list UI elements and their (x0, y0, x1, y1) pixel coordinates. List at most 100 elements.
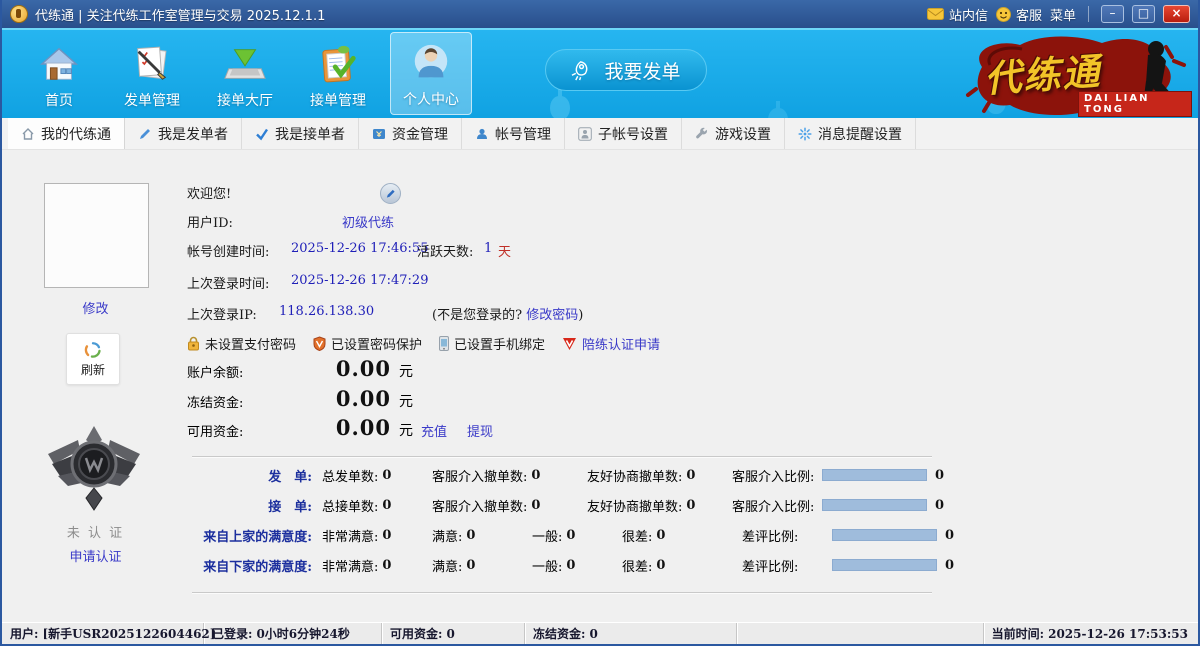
not-you-text: (不是您登录的? (432, 308, 522, 323)
modify-avatar-link[interactable]: 修改 (44, 298, 147, 317)
stat-key: 友好协商撤单数: (587, 466, 682, 485)
edit-nickname-button[interactable] (380, 183, 401, 204)
active-days-unit: 天 (498, 241, 511, 260)
nav-item-home[interactable]: 首页 (18, 32, 100, 115)
change-password-link[interactable]: 修改密码 (526, 308, 578, 323)
stat-key: 满意: (432, 556, 462, 575)
row-label: 来自下家的满意度: (187, 556, 312, 575)
stat-key: 满意: (432, 526, 462, 545)
check-icon (255, 127, 269, 141)
last-login-label: 上次登录时间: (187, 277, 269, 292)
active-days-value: 1 (484, 241, 492, 256)
tab-label: 子帐号设置 (598, 124, 668, 144)
phone-bind-text: 已设置手机绑定 (454, 334, 545, 353)
status-available-value: 0 (446, 627, 454, 641)
avatar (44, 183, 149, 288)
service-button[interactable]: 客服 (996, 5, 1042, 24)
refresh-icon (84, 341, 102, 359)
status-frozen: 冻结资金: 0 (525, 623, 737, 644)
rocket-icon (571, 59, 594, 82)
nav-item-order-manage[interactable]: 接单管理 (297, 32, 379, 115)
not-you-close: ) (578, 308, 583, 323)
stats-row-take: 接 单: 总接单数:0 客服介入撤单数:0 友好协商撤单数:0 客服介入比例:0 (187, 490, 947, 520)
status-spacer (737, 623, 984, 644)
menu-label: 菜单 (1050, 5, 1076, 24)
active-days-label: 活跃天数: (417, 241, 473, 260)
tab-game-settings[interactable]: 游戏设置 (682, 118, 785, 149)
maximize-button[interactable]: □ (1132, 5, 1155, 23)
home-outline-icon (21, 127, 35, 141)
stat-key: 客服介入撤单数: (432, 496, 527, 515)
progress-bar (832, 559, 937, 571)
titlebar: 代练通 | 关注代练工作室管理与交易 2025.12.1.1 站内信 客服 菜单… (2, 0, 1198, 28)
inbox-label: 站内信 (949, 5, 988, 24)
minimize-button[interactable]: – (1101, 5, 1124, 23)
phone-icon (439, 336, 449, 351)
home-icon (36, 43, 82, 85)
progress-bar (832, 529, 937, 541)
last-login-value: 2025-12-26 17:47:29 (291, 273, 428, 288)
frozen-value: 0.00 (305, 386, 391, 411)
user-level-link[interactable]: 初级代练 (342, 212, 394, 231)
tabbar: 我的代练通 我是发单者 我是接单者 资金管理 帐号管理 子帐号设置 游戏设置 (2, 118, 1198, 150)
tab-message-settings[interactable]: 消息提醒设置 (785, 118, 916, 149)
user-icon (475, 127, 489, 141)
post-order-button[interactable]: 我要发单 (545, 49, 707, 91)
created-value: 2025-12-26 17:46:55 (291, 241, 428, 256)
statusbar: 用户: [新手USR2025122604462] 已登录: 0小时6分钟24秒 … (2, 622, 1198, 644)
balance-unit: 元 (399, 361, 413, 381)
trainer-cert-link[interactable]: 陪练认证申请 (582, 334, 660, 353)
stat-key: 非常满意: (322, 556, 378, 575)
stat-value: 0 (382, 468, 391, 483)
last-ip-label: 上次登录IP: (187, 308, 257, 323)
stats-row-post: 发 单: 总发单数:0 客服介入撤单数:0 友好协商撤单数:0 客服介入比例:0 (187, 460, 947, 490)
tab-my-dailiantong[interactable]: 我的代练通 (8, 118, 125, 149)
status-time-value: 2025-12-26 17:53:53 (1048, 627, 1188, 641)
tab-label: 我的代练通 (41, 124, 111, 144)
status-time: 当前时间: 2025-12-26 17:53:53 (984, 623, 1198, 644)
nav-item-post-manage[interactable]: 发单管理 (111, 32, 193, 115)
stat-value: 0 (656, 558, 665, 573)
apply-cert-link[interactable]: 申请认证 (44, 546, 147, 565)
refresh-button[interactable]: 刷新 (66, 333, 120, 385)
tab-account[interactable]: 帐号管理 (462, 118, 565, 149)
wrench-icon (695, 127, 709, 141)
tab-label: 资金管理 (392, 124, 448, 144)
stats-table: 发 单: 总发单数:0 客服介入撤单数:0 友好协商撤单数:0 客服介入比例:0… (187, 460, 947, 580)
frozen-label: 冻结资金: (187, 392, 243, 411)
menu-button[interactable]: 菜单 (1050, 5, 1076, 24)
tab-subaccount[interactable]: 子帐号设置 (565, 118, 682, 149)
withdraw-link[interactable]: 提现 (467, 421, 493, 440)
stat-value: 0 (531, 498, 540, 513)
ratio-label: 客服介入比例: (732, 496, 822, 515)
frozen-row: 冻结资金: 0.00 元 (187, 386, 667, 412)
stat-value: 0 (531, 468, 540, 483)
nav-label: 个人中心 (403, 89, 459, 109)
user-id-row: 用户ID: 初级代练 (187, 212, 707, 231)
recharge-link[interactable]: 充值 (421, 421, 447, 440)
tab-funds[interactable]: 资金管理 (359, 118, 462, 149)
money-icon (372, 127, 386, 141)
close-button[interactable]: × (1163, 5, 1190, 23)
tab-label: 我是接单者 (275, 124, 345, 144)
status-user: 用户: [新手USR2025122604462] (2, 623, 204, 644)
burst-icon (798, 127, 812, 141)
window-title: 代练通 | 关注代练工作室管理与交易 2025.12.1.1 (35, 5, 325, 24)
pay-password-badge: 未设置支付密码 (187, 334, 296, 353)
titlebar-divider (1088, 6, 1089, 22)
ratio-label: 差评比例: (742, 526, 832, 545)
refresh-label: 刷新 (81, 361, 105, 378)
nav-item-personal-center[interactable]: 个人中心 (390, 32, 472, 115)
tab-i-am-poster[interactable]: 我是发单者 (125, 118, 242, 149)
password-protect-badge: 已设置密码保护 (313, 334, 422, 353)
nav-item-order-hall[interactable]: 接单大厅 (204, 32, 286, 115)
inbox-button[interactable]: 站内信 (927, 5, 988, 24)
ratio-value: 0 (935, 498, 944, 513)
progress-bar (822, 499, 927, 511)
row-label: 来自上家的满意度: (187, 526, 312, 545)
order-post-icon (129, 43, 175, 85)
tab-i-am-taker[interactable]: 我是接单者 (242, 118, 359, 149)
balance-value: 0.00 (305, 356, 391, 381)
service-label: 客服 (1016, 5, 1042, 24)
password-protect-text: 已设置密码保护 (331, 334, 422, 353)
